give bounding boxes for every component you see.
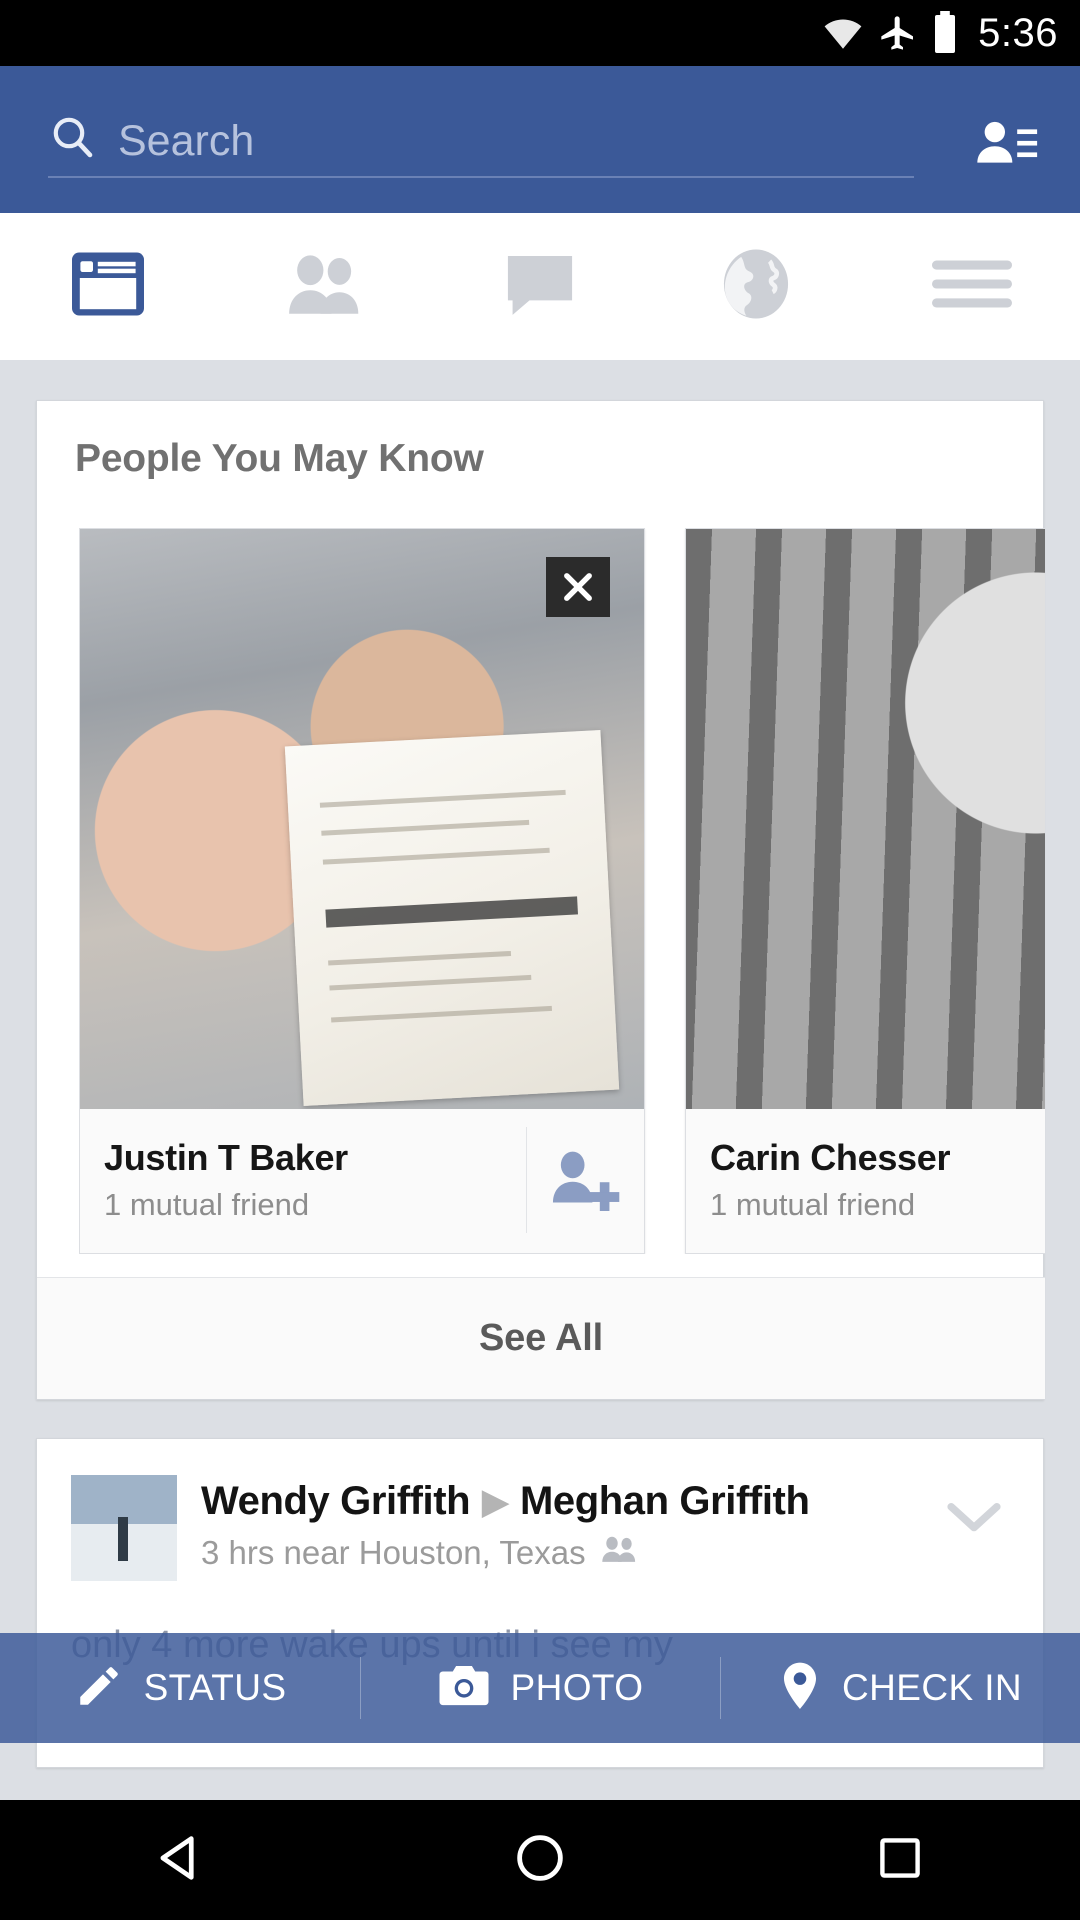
see-all-button[interactable]: See All — [37, 1277, 1045, 1399]
person-card[interactable]: Justin T Baker 1 mutual friend — [79, 528, 645, 1254]
people-you-may-know-card: People You May Know Justin T Baker 1 mut… — [36, 400, 1045, 1400]
post-recipient[interactable]: Meghan Griffith — [520, 1479, 810, 1524]
location-pin-icon — [778, 1660, 822, 1717]
airplane-mode-icon — [878, 13, 918, 53]
person-name: Justin T Baker — [104, 1137, 348, 1178]
tab-notifications[interactable] — [648, 213, 864, 360]
person-photo — [686, 529, 1045, 1109]
composer-bar: STATUS PHOTO CHECK IN — [0, 1633, 1080, 1743]
avatar[interactable] — [71, 1475, 177, 1581]
people-you-may-know-scroller[interactable]: Justin T Baker 1 mutual friend Carin Che… — [79, 528, 1045, 1254]
home-button[interactable] — [360, 1800, 720, 1920]
person-mutual-friends: 1 mutual friend — [710, 1187, 916, 1222]
post-author[interactable]: Wendy Griffith — [201, 1479, 471, 1524]
page-title: People You May Know — [75, 437, 484, 480]
news-feed-icon — [68, 248, 148, 325]
messenger-icon — [501, 249, 579, 324]
tab-news-feed[interactable] — [0, 213, 216, 360]
post-arrow-icon: ▶ — [482, 1482, 508, 1521]
check-in-button[interactable]: CHECK IN — [720, 1633, 1080, 1743]
post-subtitle: 3 hrs near Houston, Texas — [201, 1534, 810, 1572]
wifi-icon — [822, 12, 864, 54]
check-in-label: CHECK IN — [842, 1667, 1022, 1708]
recents-square-icon — [876, 1834, 924, 1887]
back-triangle-icon — [153, 1831, 207, 1890]
person-card[interactable]: Carin Chesser 1 mutual friend — [685, 528, 1045, 1254]
post-meta: Wendy Griffith ▶ Meghan Griffith 3 hrs n… — [201, 1475, 810, 1581]
search-input[interactable] — [118, 116, 818, 166]
android-navigation-bar — [0, 1800, 1080, 1920]
person-name: Carin Chesser — [710, 1137, 951, 1178]
back-button[interactable] — [0, 1800, 360, 1920]
post-author-line: Wendy Griffith ▶ Meghan Griffith — [201, 1479, 810, 1524]
add-friend-button[interactable] — [526, 1127, 644, 1233]
post-header: Wendy Griffith ▶ Meghan Griffith 3 hrs n… — [37, 1475, 1043, 1581]
tab-bar — [0, 213, 1080, 360]
person-photo — [80, 529, 644, 1109]
search-bar[interactable] — [48, 106, 914, 178]
news-feed: People You May Know Justin T Baker 1 mut… — [0, 360, 1080, 1800]
status-bar-clock: 5:36 — [978, 10, 1058, 55]
screen: 5:36 Search People You May Know Justin T… — [0, 0, 1080, 1920]
tab-messages[interactable] — [432, 213, 648, 360]
tab-more[interactable] — [864, 213, 1080, 360]
home-circle-icon — [514, 1832, 566, 1889]
friend-requests-icon[interactable] — [972, 114, 1042, 174]
person-mutual-friends: 1 mutual friend — [104, 1187, 310, 1222]
friends-icon — [284, 248, 364, 325]
pencil-icon — [74, 1661, 124, 1716]
person-info: Carin Chesser 1 mutual friend — [686, 1107, 1045, 1253]
app-bar — [0, 66, 1080, 213]
post-timestamp: 3 hrs near Houston, Texas — [201, 1534, 586, 1571]
tab-friend-requests[interactable] — [216, 213, 432, 360]
person-info: Justin T Baker 1 mutual friend — [80, 1107, 644, 1253]
recents-button[interactable] — [720, 1800, 1080, 1920]
hamburger-menu-icon — [932, 257, 1012, 316]
close-icon[interactable] — [546, 557, 610, 617]
see-all-label: See All — [479, 1317, 603, 1359]
photo-button[interactable]: PHOTO — [360, 1633, 720, 1743]
battery-icon — [932, 11, 958, 55]
photo-label: PHOTO — [510, 1667, 644, 1708]
chevron-down-icon[interactable] — [947, 1501, 1001, 1540]
search-icon — [48, 113, 96, 166]
globe-icon — [717, 247, 795, 326]
status-label: STATUS — [143, 1667, 287, 1708]
status-button[interactable]: STATUS — [0, 1633, 360, 1743]
status-bar: 5:36 — [0, 0, 1080, 66]
friends-audience-icon[interactable] — [600, 1534, 640, 1572]
camera-icon — [437, 1662, 491, 1715]
